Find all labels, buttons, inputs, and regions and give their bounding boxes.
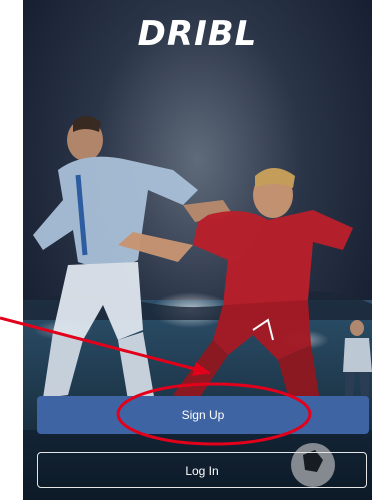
sign-up-button[interactable]: Sign Up: [37, 396, 369, 434]
welcome-screen: DRIBL Sign Up Log In: [23, 0, 372, 500]
page: DRIBL Sign Up Log In: [0, 0, 372, 500]
app-logo: DRIBL: [137, 14, 258, 54]
log-in-button[interactable]: Log In: [37, 452, 367, 488]
